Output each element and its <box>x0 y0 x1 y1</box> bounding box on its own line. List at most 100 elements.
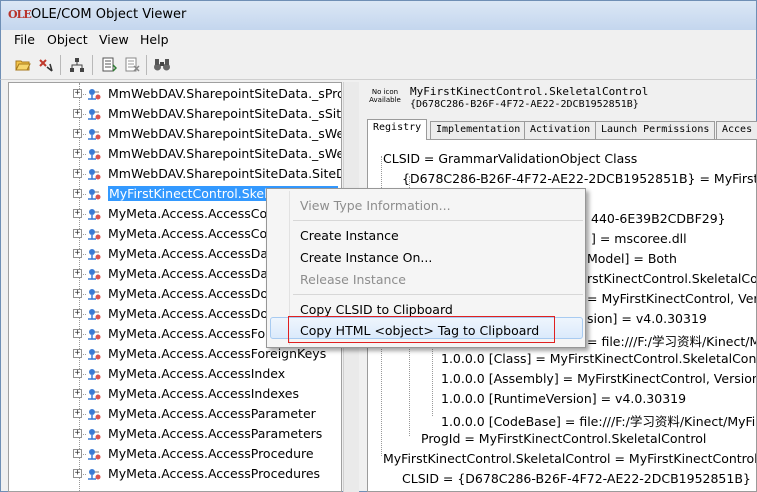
release-instance-icon[interactable] <box>123 56 141 74</box>
expand-icon[interactable]: + <box>73 309 82 318</box>
expand-icon[interactable]: + <box>73 369 82 378</box>
menu-bar: File Object View Help <box>0 30 757 50</box>
expand-icon[interactable]: + <box>73 229 82 238</box>
expand-icon[interactable]: + <box>73 289 82 298</box>
com-object-icon <box>86 226 102 242</box>
expand-icon[interactable]: + <box>73 349 82 358</box>
tree-item[interactable]: + MyMeta.Access.AccessIndex <box>9 364 341 384</box>
com-object-icon <box>86 326 102 342</box>
expand-icon[interactable]: + <box>73 189 82 198</box>
registry-row[interactable]: sion] = v4.0.30319 <box>587 311 707 326</box>
tree-item[interactable]: + MyMeta.Access.AccessProcedure <box>9 444 341 464</box>
tab-launch-permissions[interactable]: Launch Permissions <box>595 121 716 139</box>
registry-row[interactable]: CLSID = {D678C286-B26F-4F72-AE22-2DCB195… <box>402 471 751 486</box>
expand-icon[interactable]: + <box>73 389 82 398</box>
tree-guide-line <box>432 336 433 416</box>
window-title: OLE/COM Object Viewer <box>31 7 187 22</box>
menu-item-create-instance-on[interactable]: Create Instance On... <box>300 250 432 265</box>
expand-icon[interactable]: + <box>73 329 82 338</box>
com-object-icon <box>86 86 102 102</box>
object-clsid: {D678C286-B26F-4F72-AE22-2DCB1952851B} <box>410 99 639 110</box>
expand-icon[interactable]: + <box>73 409 82 418</box>
registry-row[interactable]: {D678C286-B26F-4F72-AE22-2DCB1952851B} =… <box>402 171 756 186</box>
registry-row[interactable]: = file:///F:/学习资料/Kinect/M <box>587 331 756 350</box>
com-object-icon <box>86 346 102 362</box>
app-icon: OLE <box>8 8 32 21</box>
expand-icon[interactable]: + <box>73 269 82 278</box>
com-object-icon <box>86 386 102 402</box>
toolbar <box>0 50 757 80</box>
tree-item[interactable]: + MyMeta.Access.AccessParameters <box>9 424 341 444</box>
com-object-icon <box>86 126 102 142</box>
registry-row[interactable]: 1.0.0.0 [Assembly] = MyFirstKinectContro… <box>441 371 756 386</box>
com-object-icon <box>86 186 102 202</box>
tab-implementation[interactable]: Implementation <box>430 121 527 139</box>
expand-icon[interactable]: + <box>73 149 82 158</box>
registry-row[interactable]: rstKinectControl.SkeletalCont <box>587 271 756 286</box>
tree-item-label: MyMeta.Access.AccessColu <box>108 206 279 221</box>
tree-item[interactable]: + MmWebDAV.SharepointSiteData._sWeb <box>9 144 342 164</box>
menu-item-copy-clsid[interactable]: Copy CLSID to Clipboard <box>300 302 453 317</box>
menu-object[interactable]: Object <box>47 32 88 47</box>
expand-icon[interactable]: + <box>73 129 82 138</box>
registry-row[interactable]: 1.0.0.0 [RuntimeVersion] = v4.0.30319 <box>441 391 686 406</box>
tree-item[interactable]: + MmWebDAV.SharepointSiteData._sProp <box>9 84 342 104</box>
title-bar: OLE OLE/COM Object Viewer <box>0 0 757 30</box>
tree-item-label: MyMeta.Access.AccessDom <box>108 306 281 321</box>
tab-activation[interactable]: Activation <box>524 121 597 139</box>
menu-view[interactable]: View <box>99 32 129 47</box>
binoculars-icon[interactable] <box>153 56 171 74</box>
com-object-icon <box>86 146 102 162</box>
toolbar-separator <box>92 55 93 75</box>
menu-help[interactable]: Help <box>140 32 169 47</box>
tree-item[interactable]: + MmWebDAV.SharepointSiteData.SiteDat <box>9 164 341 184</box>
com-object-icon <box>86 266 102 282</box>
tree-item-label: MmWebDAV.SharepointSiteData._sWeb <box>108 146 342 161</box>
tree-item[interactable]: + MyMeta.Access.AccessProcedures <box>9 464 341 484</box>
tree-item[interactable]: + MyMeta.Access.AccessParameter <box>9 404 341 424</box>
tree-item[interactable]: + MmWebDAV.SharepointSiteData._sWeb <box>9 124 341 144</box>
registry-row[interactable]: Model] = Both <box>587 251 677 266</box>
create-instance-icon[interactable] <box>100 56 118 74</box>
expand-icon[interactable]: + <box>73 249 82 258</box>
open-folder-icon[interactable] <box>14 56 32 74</box>
tree-item-label: MyMeta.Access.AccessColu <box>108 226 279 241</box>
menu-item-create-instance[interactable]: Create Instance <box>300 228 399 243</box>
tree-item[interactable]: + MyMeta.Access.AccessIndexes <box>9 384 341 404</box>
com-object-icon <box>86 206 102 222</box>
expand-icon[interactable]: + <box>73 109 82 118</box>
expand-icon[interactable]: + <box>73 469 82 478</box>
menu-item-view-type-information[interactable]: View Type Information... <box>300 198 451 213</box>
object-name: MyFirstKinectControl.SkeletalControl <box>410 85 649 98</box>
tree-item-label: MmWebDAV.SharepointSiteData._sSiteM <box>108 106 342 121</box>
registry-row[interactable]: CLSID = GrammarValidationObject Class <box>383 151 637 166</box>
expand-icon[interactable]: + <box>73 89 82 98</box>
registry-row[interactable]: ] = mscoree.dll <box>591 231 687 246</box>
expand-icon[interactable]: + <box>73 429 82 438</box>
tree-item-label: MyMeta.Access.AccessIndex <box>108 366 286 381</box>
expand-icon[interactable]: + <box>73 169 82 178</box>
com-object-icon <box>86 166 102 182</box>
tab-registry[interactable]: Registry <box>367 119 428 140</box>
registry-row[interactable]: = MyFirstKinectControl, Versio <box>587 291 756 306</box>
expand-icon[interactable]: + <box>73 449 82 458</box>
tree-item-label: MyMeta.Access.AccessParameter <box>108 406 316 421</box>
menu-item-release-instance[interactable]: Release Instance <box>300 272 406 287</box>
registry-row[interactable]: 440-6E39B2CDBF29} <box>591 211 726 226</box>
tree-item-label: MyMeta.Access.AccessData <box>108 266 281 281</box>
com-object-icon <box>86 406 102 422</box>
tree-item-label: MmWebDAV.SharepointSiteData._sProp <box>108 86 342 101</box>
com-object-icon <box>86 366 102 382</box>
registry-row[interactable]: MyFirstKinectControl.SkeletalControl = M… <box>383 451 756 466</box>
registry-row[interactable]: 1.0.0.0 [Class] = MyFirstKinectControl.S… <box>441 351 756 366</box>
bind-icon[interactable] <box>37 56 55 74</box>
expand-icon[interactable]: + <box>73 209 82 218</box>
tree-structure-icon[interactable] <box>68 56 86 74</box>
annotation-highlight-box <box>288 316 555 343</box>
registry-row[interactable]: 1.0.0.0 [CodeBase] = file:///F:/学习资料/Kin… <box>441 411 756 430</box>
tree-item-label: MyMeta.Access.AccessParameters <box>108 426 323 441</box>
tree-item[interactable]: + MmWebDAV.SharepointSiteData._sSiteM <box>9 104 342 124</box>
menu-file[interactable]: File <box>14 32 35 47</box>
tab-access[interactable]: Acces <box>716 121 757 139</box>
registry-row[interactable]: ProgId = MyFirstKinectControl.SkeletalCo… <box>421 431 706 446</box>
